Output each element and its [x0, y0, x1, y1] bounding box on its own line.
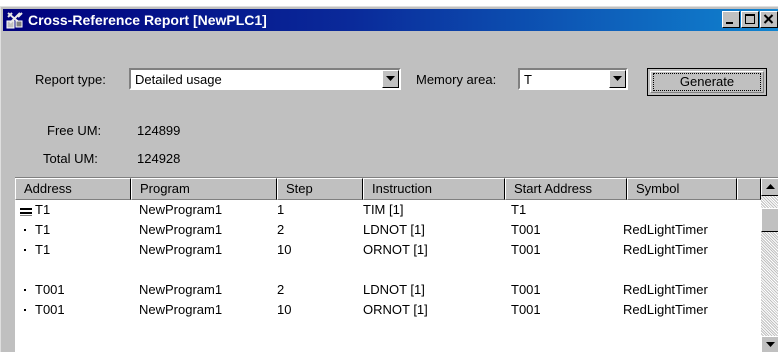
- reference-dot-icon: [24, 249, 26, 251]
- cell-symbol: RedLightTimer: [623, 302, 708, 317]
- cell-instruction: LDNOT [1]: [363, 282, 425, 297]
- cell-program: NewProgram1: [139, 242, 223, 257]
- column-header-instruction[interactable]: Instruction: [363, 178, 505, 200]
- generate-button[interactable]: Generate: [647, 68, 767, 96]
- close-button[interactable]: [760, 11, 778, 28]
- column-header-address[interactable]: Address: [15, 178, 131, 200]
- cell-step: 10: [277, 302, 292, 317]
- memory-area-select[interactable]: T: [518, 68, 628, 90]
- memory-area-label: Memory area:: [416, 72, 497, 87]
- list-rows: T1 NewProgram1 1 TIM [1] T1 T1 NewProgram1 2 LDN…: [15, 200, 761, 320]
- cell-start-address: T1: [511, 202, 527, 217]
- cell-step: 2: [277, 282, 285, 297]
- cell-instruction: ORNOT [1]: [363, 242, 428, 257]
- column-header-step[interactable]: Step: [277, 178, 363, 200]
- cell-start-address: T001: [511, 302, 541, 317]
- cell-program: NewProgram1: [139, 302, 223, 317]
- table-row[interactable]: T1 NewProgram1 2 LDNOT [1] T001 RedLightTimer: [15, 220, 761, 240]
- reference-dot-icon: [24, 309, 26, 311]
- minimize-button[interactable]: [722, 11, 740, 28]
- reference-dot-icon: [24, 289, 26, 291]
- window-title: Cross-Reference Report [NewPLC1]: [28, 12, 267, 28]
- cell-address: T001: [35, 282, 65, 297]
- cell-instruction: ORNOT [1]: [363, 302, 428, 317]
- cell-symbol: RedLightTimer: [623, 282, 708, 297]
- cell-start-address: T001: [511, 282, 541, 297]
- report-type-label: Report type:: [35, 72, 106, 87]
- close-icon: [763, 14, 774, 24]
- report-type-value: Detailed usage: [135, 72, 222, 87]
- cell-address: T1: [35, 242, 51, 257]
- memory-area-dropdown-button[interactable]: [609, 70, 626, 88]
- report-type-dropdown-button[interactable]: [382, 70, 399, 88]
- cell-program: NewProgram1: [139, 282, 223, 297]
- cell-program: NewProgram1: [139, 202, 223, 217]
- usage-marker-icon: [20, 208, 32, 216]
- cell-address: T1: [35, 222, 51, 237]
- cell-program: NewProgram1: [139, 222, 223, 237]
- maximize-icon: [745, 14, 755, 24]
- table-row[interactable]: T1 NewProgram1 10 ORNOT [1] T001 RedLightTime…: [15, 240, 761, 260]
- app-icon: [6, 12, 23, 29]
- cell-step: 2: [277, 222, 285, 237]
- report-type-select[interactable]: Detailed usage: [129, 68, 401, 90]
- chevron-down-icon: [386, 76, 395, 81]
- memory-area-value: T: [524, 72, 532, 87]
- total-um-label: Total UM:: [43, 151, 98, 166]
- cell-start-address: T001: [511, 222, 541, 237]
- table-row[interactable]: T1 NewProgram1 1 TIM [1] T1: [15, 200, 761, 220]
- list-header: Address Program Step Instruction Start A…: [15, 178, 761, 200]
- scroll-thumb[interactable]: [761, 208, 778, 232]
- total-um-value: 124928: [137, 151, 181, 166]
- scroll-up-button[interactable]: [761, 178, 778, 196]
- generate-button-label: Generate: [653, 73, 761, 91]
- cell-symbol: RedLightTimer: [623, 222, 708, 237]
- column-header-symbol[interactable]: Symbol: [627, 178, 737, 200]
- reference-dot-icon: [24, 229, 26, 231]
- column-header-start-address[interactable]: Start Address: [505, 178, 627, 200]
- scroll-down-button[interactable]: [761, 336, 778, 352]
- cross-reference-window: Cross-Reference Report [NewPLC1] Report …: [0, 6, 778, 352]
- chevron-down-icon: [613, 76, 622, 81]
- cross-reference-list[interactable]: Address Program Step Instruction Start A…: [15, 177, 778, 352]
- report-options-panel: Report type: Detailed usage Memory area:…: [3, 33, 778, 175]
- table-row[interactable]: T001 NewProgram1 2 LDNOT [1] T001 RedLightTim…: [15, 280, 761, 300]
- table-row[interactable]: T001 NewProgram1 10 ORNOT [1] T001 RedLightTi…: [15, 300, 761, 320]
- cell-step: 10: [277, 242, 292, 257]
- title-bar[interactable]: Cross-Reference Report [NewPLC1]: [3, 9, 778, 31]
- cell-symbol: RedLightTimer: [623, 242, 708, 257]
- free-um-label: Free UM:: [47, 123, 102, 138]
- column-header-program[interactable]: Program: [131, 178, 277, 200]
- table-row[interactable]: [15, 260, 761, 280]
- free-um-value: 124899: [137, 123, 181, 138]
- vertical-scrollbar[interactable]: [761, 178, 778, 352]
- cell-address: T001: [35, 302, 65, 317]
- minimize-icon: [726, 22, 733, 24]
- arrow-up-icon: [766, 184, 775, 189]
- cell-address: T1: [35, 202, 51, 217]
- maximize-button[interactable]: [741, 11, 759, 28]
- cell-instruction: LDNOT [1]: [363, 222, 425, 237]
- arrow-down-icon: [766, 342, 775, 347]
- column-header-filler: [737, 178, 761, 200]
- cell-step: 1: [277, 202, 285, 217]
- cell-instruction: TIM [1]: [363, 202, 404, 217]
- cell-start-address: T001: [511, 242, 541, 257]
